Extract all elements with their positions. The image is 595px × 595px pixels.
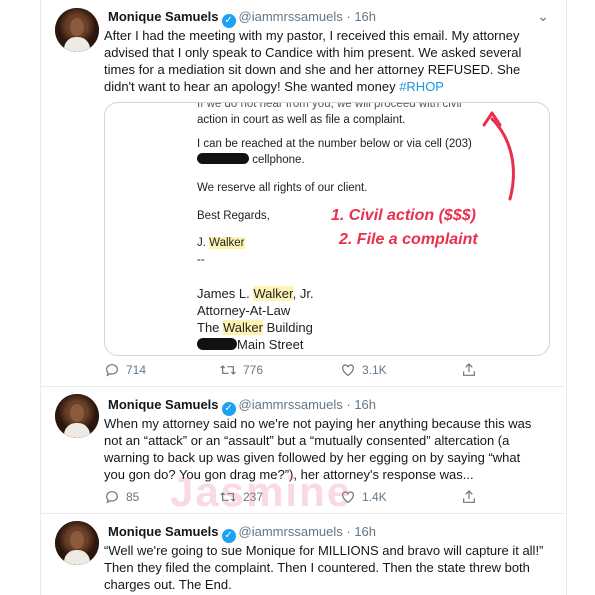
share-icon [463,363,475,376]
avatar[interactable] [55,8,99,52]
retweet-icon [220,365,236,375]
tweet-text: After I had the meeting with my pastor, … [104,28,522,94]
letter-line: I can be reached at the number below or … [197,138,472,150]
annotation-civil-action: 1. Civil action ($$$) [331,207,476,224]
letter-line: Attorney-At-Law [197,303,291,318]
redaction-mark [197,338,237,350]
author-name[interactable]: Monique Samuels [108,9,219,24]
letter-line: Main Street [237,337,304,352]
reply-icon [106,491,118,504]
tweet-time[interactable]: 16h [354,524,376,539]
letter-line: cellphone. [252,154,305,166]
arrow-icon [482,111,515,201]
highlight: Walker [209,237,245,249]
watermark: Jasmine [170,468,353,515]
redaction-mark [197,153,249,164]
tweet-time[interactable]: 16h [354,397,376,412]
avatar[interactable] [55,521,99,565]
verified-badge-icon: ✓ [221,14,236,28]
author-handle[interactable]: @iammrssamuels [239,397,343,412]
author-name[interactable]: Monique Samuels [108,397,219,412]
share-icon [463,490,475,503]
letter-image: If we do not hear from you, we will proc… [185,103,485,355]
author-handle[interactable]: @iammrssamuels [239,524,343,539]
letter-line: action in court as well as file a compla… [197,114,406,126]
author-name[interactable]: Monique Samuels [108,524,219,539]
reply-icon [106,364,118,377]
letter-line: -- [197,254,205,266]
avatar[interactable] [55,394,99,438]
reply-button[interactable]: 85 [104,489,139,505]
author-handle[interactable]: @iammrssamuels [239,9,343,24]
verified-badge-icon: ✓ [221,402,236,416]
tweet-1[interactable]: Monique Samuels ✓ @iammrssamuels · 16h ⌄ A… [40,0,565,387]
retweet-button[interactable]: 776 [219,362,263,378]
tweet-text: “Well we're going to sue Monique for MIL… [104,543,544,592]
annotation-file-complaint: 2. File a complaint [339,231,478,248]
tweet-time[interactable]: 16h [354,9,376,24]
chevron-down-icon[interactable]: ⌄ [537,8,549,25]
verified-badge-icon: ✓ [221,529,236,543]
hashtag-link[interactable]: #RHOP [399,79,444,94]
heart-icon [342,364,354,377]
letter-line: We reserve all rights of our client. [197,182,368,194]
highlight: Walker [253,286,293,301]
tweet-image[interactable]: If we do not hear from you, we will proc… [104,102,550,356]
reply-button[interactable]: 714 [104,362,146,378]
highlight: Walker [223,320,263,335]
tweet-3[interactable]: Monique Samuels ✓ @iammrssamuels · 16h “We… [40,515,565,595]
share-button[interactable] [461,362,483,378]
like-button[interactable]: 3.1K [340,362,387,378]
share-button[interactable] [461,489,483,505]
letter-cut-line: If we do not hear from you, we will proc… [197,102,462,110]
letter-line: Best Regards, [197,210,270,222]
